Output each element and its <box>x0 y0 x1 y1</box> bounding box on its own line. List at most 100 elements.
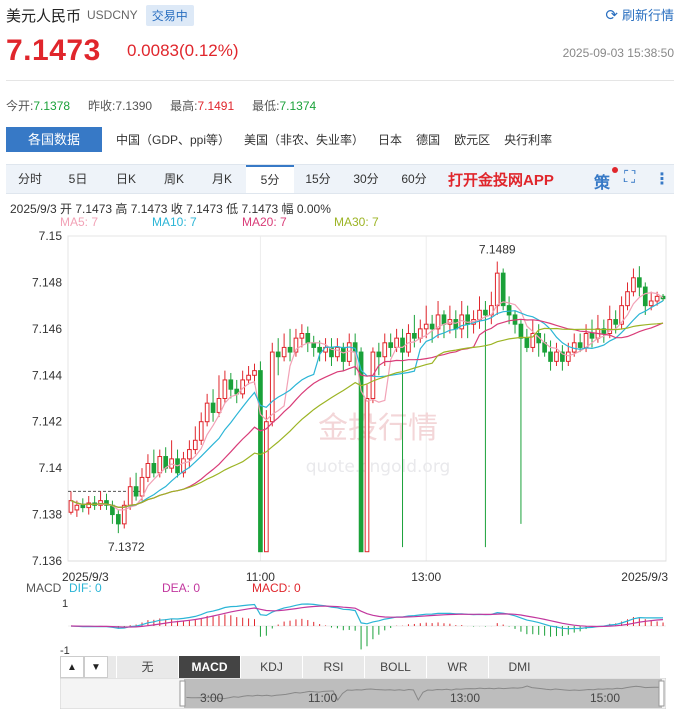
candle-body <box>601 328 607 335</box>
tab-china[interactable]: 中国（GDP、ppi等） <box>116 131 230 148</box>
candle-body <box>86 502 92 509</box>
candle-body <box>625 291 630 307</box>
tab-usa[interactable]: 美国（非农、失业率） <box>244 131 364 148</box>
indicator-tab-boll[interactable]: BOLL <box>364 656 426 678</box>
candle-body <box>151 463 157 474</box>
candle-body <box>198 421 204 441</box>
candle-body <box>204 402 210 423</box>
indicator-tab-wr[interactable]: WR <box>426 656 488 678</box>
candle-body <box>246 374 251 381</box>
y-tick-label: 7.15 <box>39 229 63 243</box>
candle-body <box>228 379 234 390</box>
indicator-tab-none[interactable]: 无 <box>116 656 178 678</box>
navigator-right-handle[interactable] <box>658 680 665 707</box>
candle-body <box>222 379 228 399</box>
period-tab-15min[interactable]: 15分 <box>294 165 342 193</box>
candle-body <box>281 346 287 358</box>
candle-body <box>92 502 97 506</box>
candle-body <box>335 346 340 358</box>
tab-eurozone[interactable]: 欧元区 <box>454 131 490 148</box>
fullscreen-icon[interactable]: ⛶ <box>624 169 635 187</box>
x-tick-label: 13:00 <box>411 570 441 584</box>
ma5-line <box>70 291 664 511</box>
period-tab-5day[interactable]: 5日 <box>54 165 102 193</box>
divider <box>6 80 674 81</box>
period-tab-60min[interactable]: 60分 <box>390 165 438 193</box>
navigator-left-handle[interactable] <box>179 680 186 707</box>
stat-open: 今开:7.1378 <box>6 99 71 113</box>
x-tick-label: 2025/9/3 <box>621 570 668 584</box>
watermark: 金投行情 quote.cngold.org <box>306 411 451 477</box>
candle-body <box>329 346 334 358</box>
period-tab-monthly[interactable]: 月K <box>198 165 246 193</box>
candle-body <box>631 277 636 293</box>
indicator-tab-kdj[interactable]: KDJ <box>240 656 302 678</box>
candle-body <box>358 351 364 553</box>
scroll-down-button[interactable]: ▼ <box>84 656 108 678</box>
legend-ma20: MA20: 7 <box>242 215 287 229</box>
tab-germany[interactable]: 德国 <box>416 131 440 148</box>
ma10-line <box>70 300 664 508</box>
scroll-up-button[interactable]: ▲ <box>60 656 84 678</box>
quote-timestamp: 2025-09-03 15:38:50 <box>562 46 674 60</box>
candle-body <box>489 305 494 316</box>
candle-body <box>234 388 240 395</box>
candle-body <box>115 514 121 525</box>
legend-ma30: MA30: 7 <box>334 215 379 229</box>
period-tab-timeshare[interactable]: 分时 <box>6 165 54 193</box>
strategy-button[interactable]: 策 <box>594 169 610 193</box>
candle-body <box>364 398 370 553</box>
tab-central-bank-rates[interactable]: 央行利率 <box>504 131 552 148</box>
legend-ma10: MA10: 7 <box>152 215 197 229</box>
candle-body <box>133 486 139 497</box>
candle-body <box>127 486 133 506</box>
candle-body <box>494 272 500 307</box>
candle-body <box>110 504 115 516</box>
period-tab-weekly[interactable]: 周K <box>150 165 198 193</box>
tab-country-data[interactable]: 各国数据 <box>6 127 102 152</box>
candle-body <box>536 333 542 344</box>
period-tab-daily[interactable]: 日K <box>102 165 150 193</box>
quote-stats: 今开:7.1378 昨收:7.1390 最高:7.1491 最低:7.1374 <box>6 97 334 114</box>
macd-dif-line <box>70 603 664 630</box>
candle-body <box>264 421 269 553</box>
candle-body <box>548 351 553 362</box>
candle-body <box>447 319 453 325</box>
macd-axis-top: 1 <box>62 598 68 610</box>
x-tick-label: 11:00 <box>246 570 275 584</box>
indicator-tab-dmi[interactable]: DMI <box>488 656 550 678</box>
refresh-button[interactable]: ⟳ 刷新行情 <box>605 5 674 24</box>
open-app-link[interactable]: 打开金投网APP <box>448 169 554 190</box>
candle-body <box>565 351 571 362</box>
period-tab-5min[interactable]: 5分 <box>246 165 294 193</box>
candle-body <box>323 346 328 353</box>
candle-body <box>163 456 169 469</box>
period-tabs: 分时 5日 日K 周K 月K 5分 15分 30分 60分 打开金投网APP 策… <box>6 164 674 194</box>
candle-body <box>412 333 417 339</box>
stat-prev-close: 昨收:7.1390 <box>88 99 153 113</box>
instrument-header: 美元人民币 USDCNY 交易中 <box>6 4 194 26</box>
candle-body <box>500 272 506 307</box>
y-tick-label: 7.136 <box>32 554 62 568</box>
indicator-tab-macd[interactable]: MACD <box>178 656 240 678</box>
candle-body <box>394 337 399 348</box>
plot-frame <box>67 235 667 562</box>
candle-body <box>240 379 245 395</box>
stat-low: 最低:7.1374 <box>252 99 317 113</box>
candle-body <box>192 439 198 451</box>
navigator-label-1500: 15:00 <box>590 691 620 705</box>
candle-body <box>571 342 577 353</box>
candle-body <box>181 458 186 474</box>
indicator-tab-rsi[interactable]: RSI <box>302 656 364 678</box>
candle-body <box>506 305 512 316</box>
more-options-icon[interactable]: ⋮ <box>654 169 670 189</box>
y-tick-label: 7.142 <box>32 415 62 429</box>
period-tab-30min[interactable]: 30分 <box>342 165 390 193</box>
tab-japan[interactable]: 日本 <box>378 131 402 148</box>
range-navigator[interactable]: 3:00 11:00 13:00 15:00 <box>60 678 666 709</box>
candle-body <box>346 342 352 362</box>
candle-body <box>429 323 435 330</box>
navigator-label-1100: 11:00 <box>308 691 337 705</box>
stat-high: 最高:7.1491 <box>170 99 235 113</box>
macd-dea-line <box>70 605 664 628</box>
